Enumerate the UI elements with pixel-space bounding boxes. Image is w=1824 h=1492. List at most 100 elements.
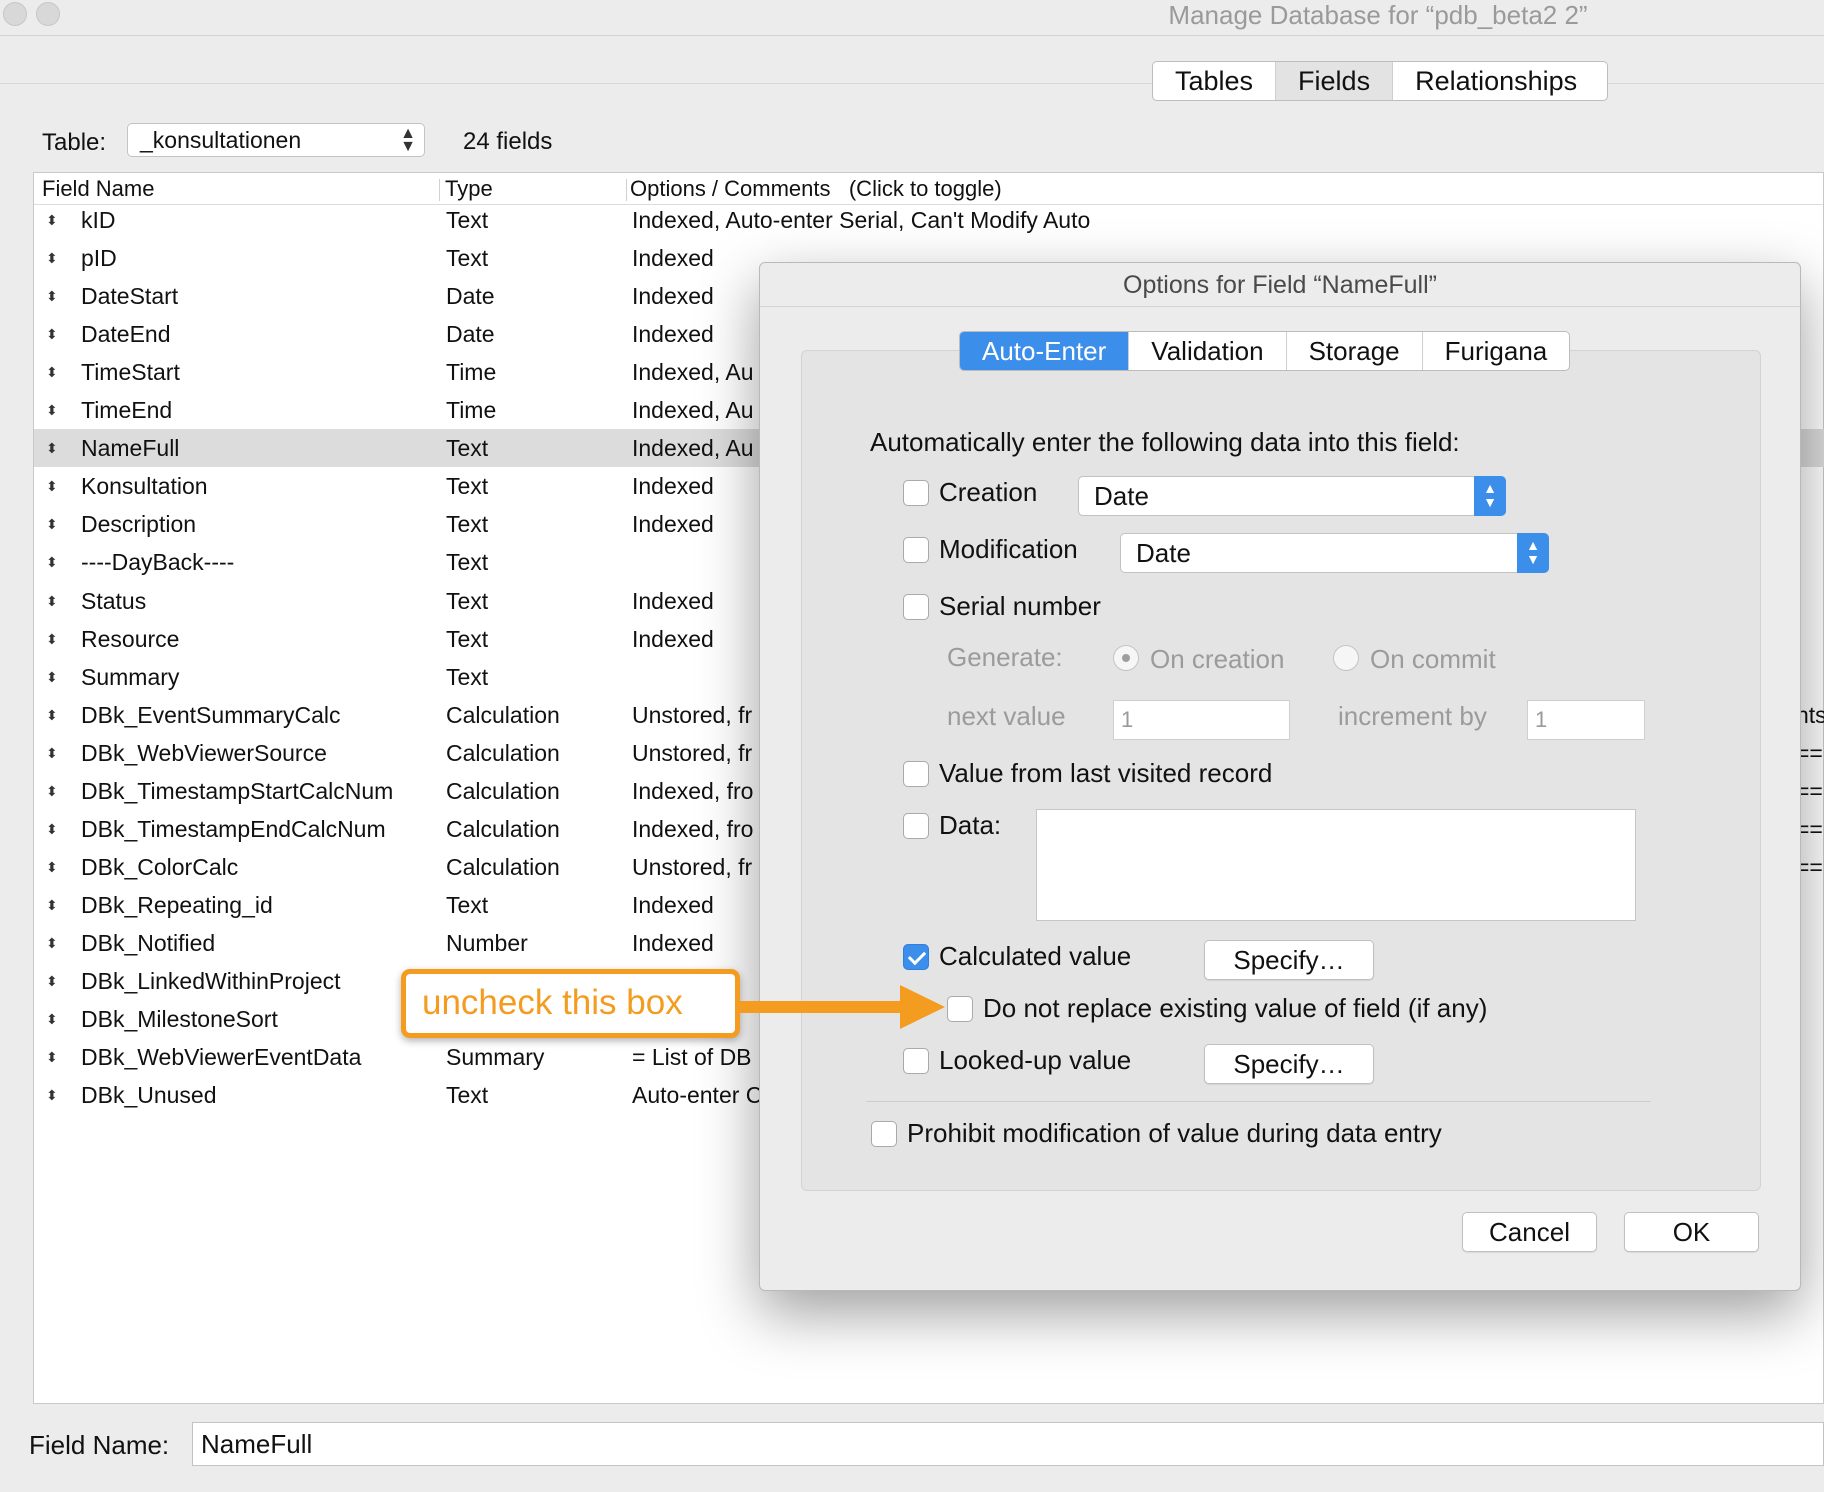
- data-textarea[interactable]: [1036, 809, 1636, 921]
- field-options-cell[interactable]: Indexed: [632, 505, 714, 543]
- tab-validation[interactable]: Validation: [1129, 332, 1287, 370]
- main-tabs: Tables Fields Relationships: [1152, 61, 1608, 101]
- calculated-value-checkbox[interactable]: [903, 944, 929, 970]
- field-options-cell[interactable]: Indexed: [632, 582, 714, 620]
- table-label: Table:: [42, 129, 107, 156]
- field-count: 24 fields: [463, 128, 553, 155]
- drag-handle-icon[interactable]: ⬍: [46, 886, 58, 924]
- prohibit-modification-checkbox[interactable]: [871, 1121, 897, 1147]
- field-options-cell[interactable]: Indexed, Au: [632, 353, 754, 391]
- drag-handle-icon[interactable]: ⬍: [46, 848, 58, 886]
- dialog-title: Options for Field “NameFull”: [760, 263, 1800, 307]
- tab-auto-enter[interactable]: Auto-Enter: [960, 332, 1130, 370]
- field-options-cell[interactable]: Indexed: [632, 467, 714, 505]
- field-name-cell: TimeEnd: [81, 397, 173, 424]
- field-options-cell[interactable]: Indexed: [632, 315, 714, 353]
- drag-handle-icon[interactable]: ⬍: [46, 391, 58, 429]
- creation-checkbox[interactable]: [903, 480, 929, 506]
- field-options-cell[interactable]: Indexed: [632, 886, 714, 924]
- drag-handle-icon[interactable]: ⬍: [46, 201, 58, 239]
- ok-button[interactable]: OK: [1624, 1212, 1759, 1252]
- field-options-cell[interactable]: Indexed, Auto-enter Serial, Can't Modify…: [632, 201, 1090, 239]
- last-visited-checkbox[interactable]: [903, 761, 929, 787]
- tab-fields[interactable]: Fields: [1276, 62, 1394, 100]
- field-options-cell[interactable]: Unstored, fr: [632, 734, 752, 772]
- field-options-cell[interactable]: Indexed, Au: [632, 391, 754, 429]
- field-options-cell[interactable]: Indexed: [632, 277, 714, 315]
- drag-handle-icon[interactable]: ⬍: [46, 429, 58, 467]
- drag-handle-icon[interactable]: ⬍: [46, 962, 58, 1000]
- do-not-replace-checkbox[interactable]: [947, 996, 973, 1022]
- drag-handle-icon[interactable]: ⬍: [46, 543, 58, 581]
- field-name-cell: Konsultation: [81, 473, 208, 500]
- drag-handle-icon[interactable]: ⬍: [46, 1000, 58, 1038]
- field-options-cell[interactable]: Indexed, Au: [632, 429, 754, 467]
- specify-lookup-button[interactable]: Specify…: [1204, 1044, 1374, 1084]
- drag-handle-icon[interactable]: ⬍: [46, 1038, 58, 1076]
- looked-up-checkbox[interactable]: [903, 1048, 929, 1074]
- drag-handle-icon[interactable]: ⬍: [46, 353, 58, 391]
- drag-handle-icon[interactable]: ⬍: [46, 467, 58, 505]
- next-value-input[interactable]: 1: [1113, 700, 1290, 740]
- tab-relationships[interactable]: Relationships: [1393, 62, 1599, 100]
- field-type-cell: Text: [446, 435, 489, 462]
- drag-handle-icon[interactable]: ⬍: [46, 505, 58, 543]
- field-type-cell: Text: [446, 549, 489, 576]
- drag-handle-icon[interactable]: ⬍: [46, 582, 58, 620]
- field-name-cell: TimeStart: [81, 359, 180, 386]
- field-name-label: Field Name:: [29, 1430, 170, 1460]
- field-name-cell: DBk_TimestampStartCalcNum: [81, 777, 394, 804]
- cancel-button[interactable]: Cancel: [1462, 1212, 1597, 1252]
- field-options-cell[interactable]: Indexed: [632, 620, 714, 658]
- tab-furigana[interactable]: Furigana: [1423, 332, 1570, 370]
- field-options-cell[interactable]: Indexed, fro: [632, 772, 753, 810]
- on-creation-radio[interactable]: [1113, 645, 1139, 671]
- tab-storage[interactable]: Storage: [1287, 332, 1423, 370]
- field-options-cell[interactable]: Unstored, fr: [632, 848, 752, 886]
- drag-handle-icon[interactable]: ⬍: [46, 810, 58, 848]
- drag-handle-icon[interactable]: ⬍: [46, 658, 58, 696]
- field-name-cell: Summary: [81, 663, 180, 690]
- field-type-cell: Summary: [446, 1044, 545, 1071]
- drag-handle-icon[interactable]: ⬍: [46, 620, 58, 658]
- drag-handle-icon[interactable]: ⬍: [46, 772, 58, 810]
- drag-handle-icon[interactable]: ⬍: [46, 239, 58, 277]
- field-type-cell: Date: [446, 321, 495, 348]
- field-options-cell[interactable]: Indexed: [632, 924, 714, 962]
- field-name-input[interactable]: NameFull: [192, 1422, 1824, 1466]
- drag-handle-icon[interactable]: ⬍: [46, 315, 58, 353]
- field-options-cell[interactable]: Auto-enter C: [632, 1076, 762, 1114]
- next-value-label: next value: [947, 701, 1066, 731]
- data-checkbox[interactable]: [903, 813, 929, 839]
- drag-handle-icon[interactable]: ⬍: [46, 1076, 58, 1114]
- modification-checkbox[interactable]: [903, 537, 929, 563]
- field-type-cell: Text: [446, 207, 489, 233]
- annotation-callout: uncheck this box: [401, 969, 740, 1038]
- field-options-cell[interactable]: = List of DB: [632, 1038, 752, 1076]
- field-type-cell: Text: [446, 891, 489, 918]
- drag-handle-icon[interactable]: ⬍: [46, 924, 58, 962]
- field-options-dialog: Options for Field “NameFull” Auto-Enter …: [759, 262, 1801, 1291]
- increment-input[interactable]: 1: [1527, 700, 1645, 740]
- tab-tables[interactable]: Tables: [1153, 62, 1277, 100]
- creation-select[interactable]: Date ▲ ▼: [1078, 476, 1506, 516]
- serial-number-checkbox[interactable]: [903, 594, 929, 620]
- creation-label: Creation: [939, 477, 1038, 507]
- field-type-cell: Calculation: [446, 853, 560, 880]
- on-creation-label: On creation: [1150, 644, 1285, 674]
- drag-handle-icon[interactable]: ⬍: [46, 696, 58, 734]
- drag-handle-icon[interactable]: ⬍: [46, 734, 58, 772]
- drag-handle-icon[interactable]: ⬍: [46, 277, 58, 315]
- field-options-cell[interactable]: Unstored, fr: [632, 696, 752, 734]
- table-row[interactable]: ⬍ kID Text Indexed, Auto-enter Serial, Can'…: [34, 201, 1824, 239]
- modification-select[interactable]: Date ▲ ▼: [1120, 533, 1549, 573]
- field-options-cell[interactable]: Indexed, fro: [632, 810, 753, 848]
- specify-calculation-button[interactable]: Specify…: [1204, 940, 1374, 980]
- field-name-cell: DBk_TimestampEndCalcNum: [81, 815, 386, 842]
- field-type-cell: Calculation: [446, 701, 560, 728]
- field-name-cell: Status: [81, 587, 147, 614]
- field-name-cell: pID: [81, 245, 117, 272]
- field-options-cell[interactable]: Indexed: [632, 239, 714, 277]
- on-commit-radio[interactable]: [1333, 645, 1359, 671]
- table-select[interactable]: _konsultationen ▲ ▼: [127, 123, 425, 157]
